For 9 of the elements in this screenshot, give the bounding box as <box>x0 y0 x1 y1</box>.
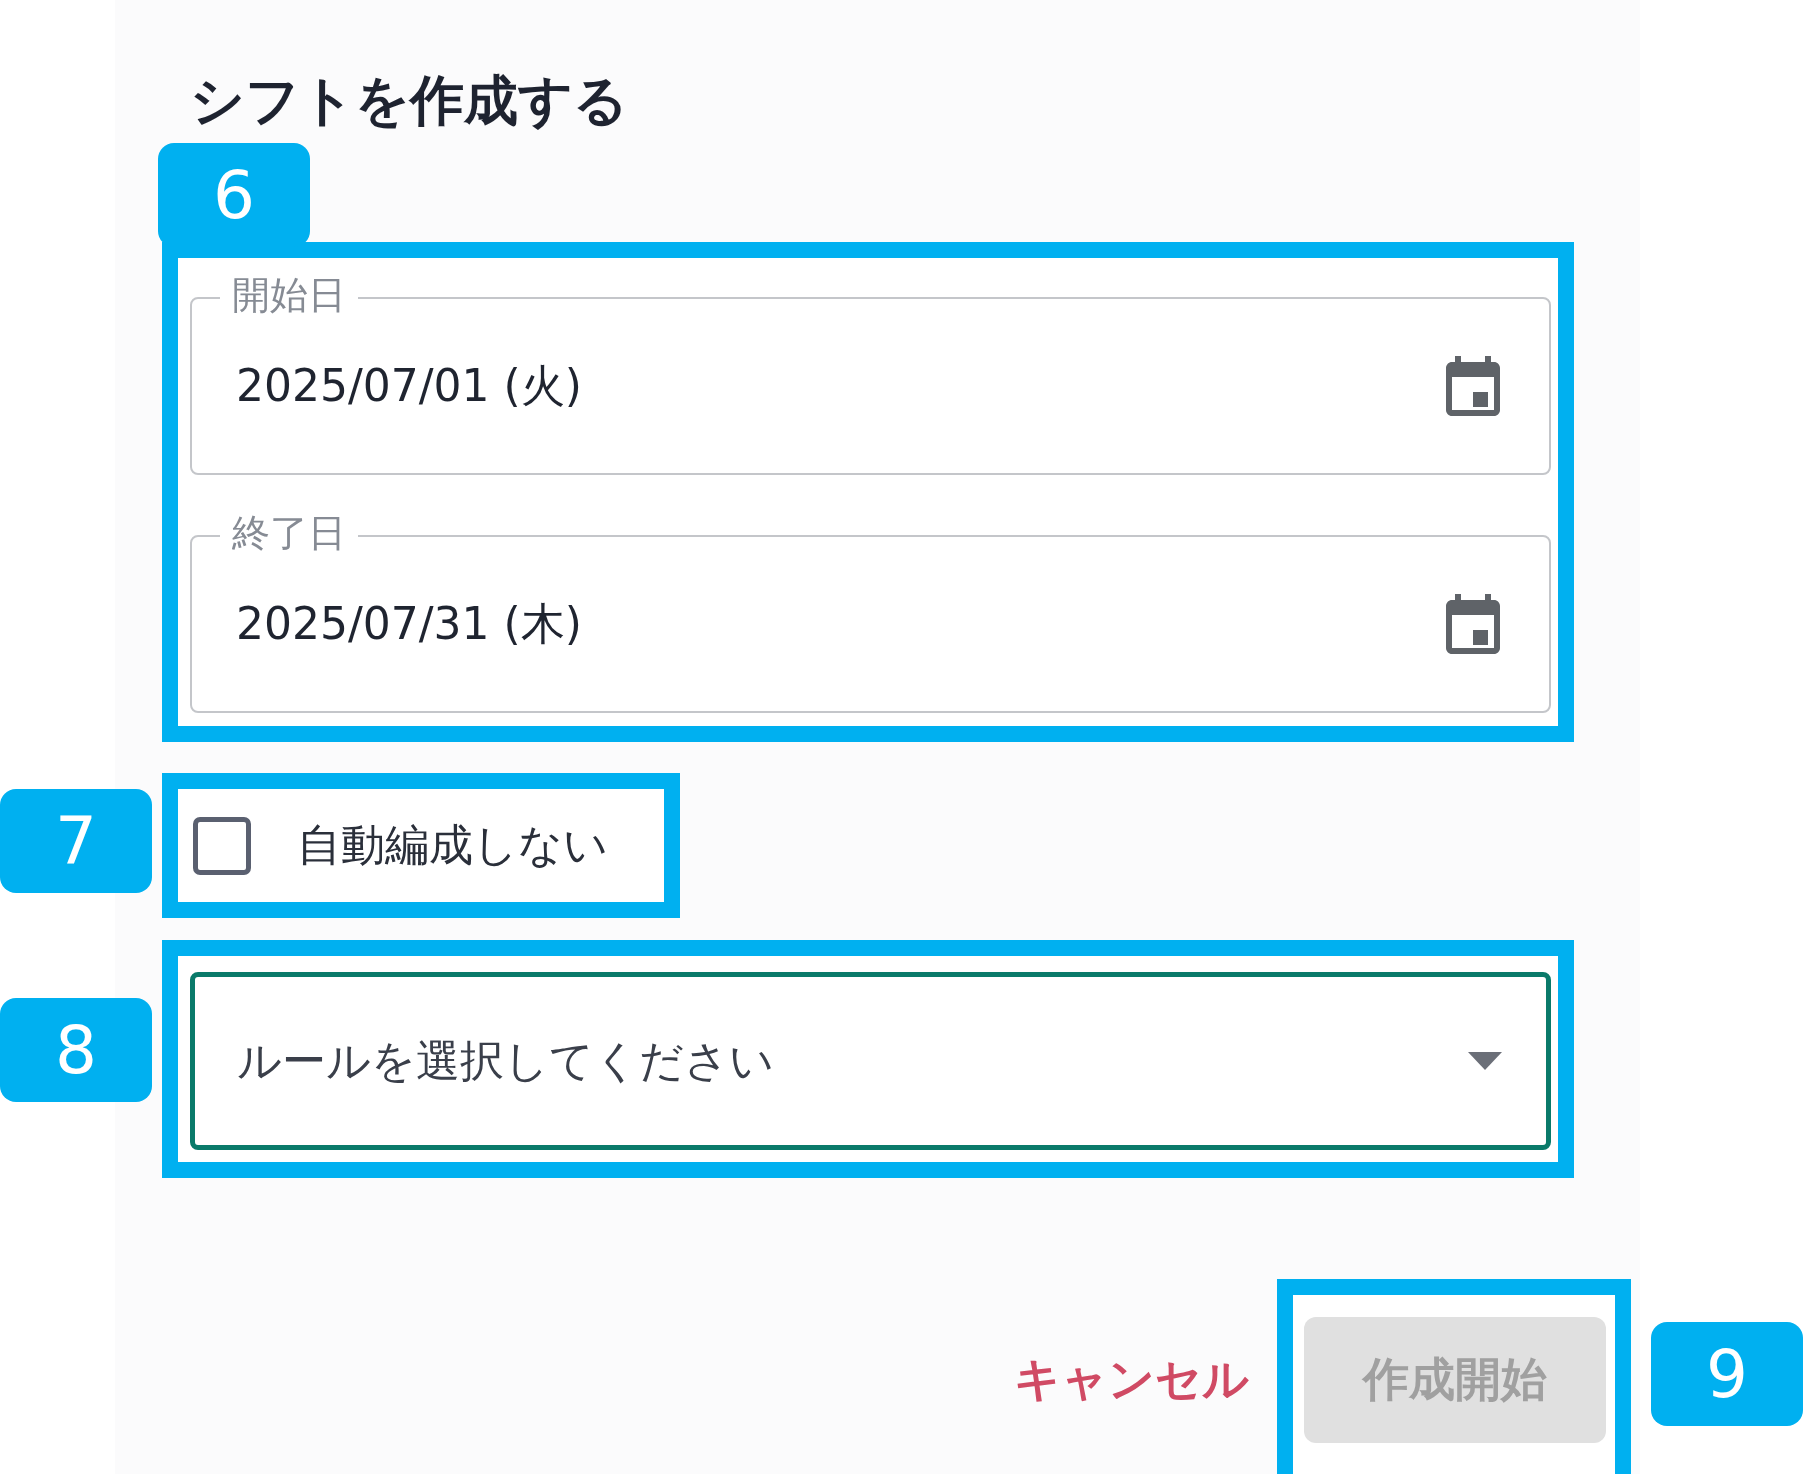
checkbox-label: 自動編成しない <box>297 818 608 872</box>
cancel-button[interactable]: キャンセル <box>1010 1341 1253 1419</box>
annotation-badge: 7 <box>0 789 152 893</box>
caret-icon <box>1468 1052 1502 1070</box>
dialog-title: シフトを作成する <box>189 68 629 134</box>
checkbox[interactable] <box>193 816 251 875</box>
rule-select[interactable]: ルールを選択してください <box>190 972 1551 1150</box>
annotation-badge: 8 <box>0 998 152 1102</box>
annotation-badge: 9 <box>1651 1322 1803 1426</box>
